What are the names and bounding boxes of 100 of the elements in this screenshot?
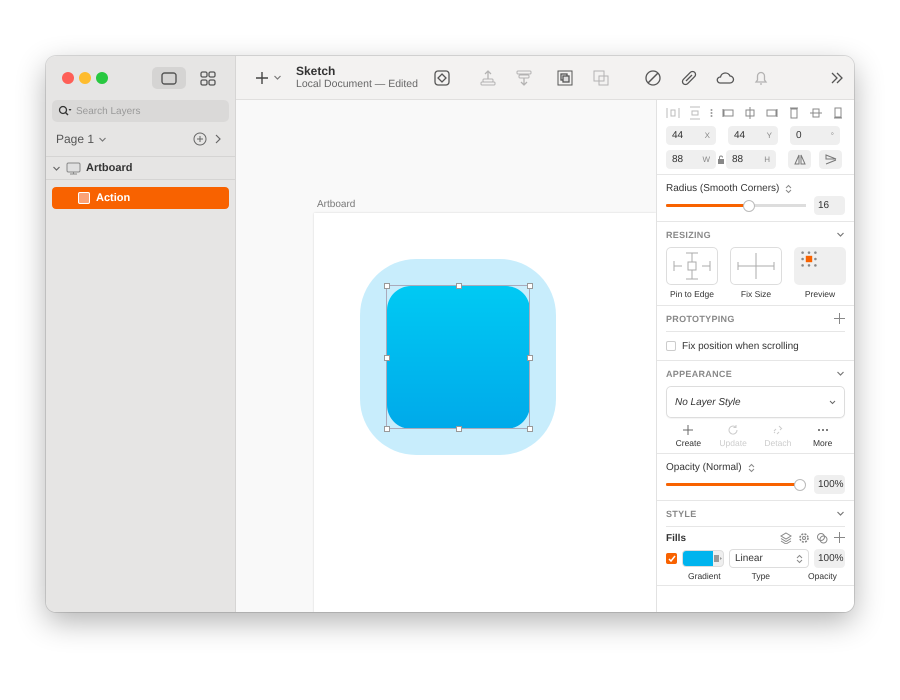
page-selector[interactable]: Page 1 xyxy=(56,132,94,146)
chevron-icon[interactable] xyxy=(836,230,845,239)
align-icon[interactable] xyxy=(666,106,680,120)
monitor-icon xyxy=(66,162,81,174)
resize-handle[interactable] xyxy=(384,426,390,432)
section-title: RESIZING xyxy=(666,230,711,240)
refresh-icon xyxy=(727,424,740,436)
grid-icon xyxy=(199,70,217,86)
settings-icon[interactable] xyxy=(798,532,810,544)
slider-thumb[interactable] xyxy=(794,478,806,490)
slider-label: Opacity (Normal) xyxy=(666,462,742,473)
flip-vertical-button[interactable] xyxy=(819,150,842,169)
symbol-icon xyxy=(432,68,452,88)
resize-option-button[interactable] xyxy=(730,247,782,285)
checkbox[interactable] xyxy=(666,553,677,564)
resize-option-button[interactable] xyxy=(666,247,718,285)
rectangle-icon xyxy=(78,192,90,204)
align-icon[interactable] xyxy=(809,106,823,120)
layer-style-dropdown[interactable]: No Layer Style xyxy=(666,386,845,418)
scale-icon xyxy=(591,68,611,88)
field-value: 44 xyxy=(734,130,746,141)
column-label: Gradient xyxy=(688,571,721,581)
flip-horizontal-icon xyxy=(794,154,806,165)
number-field[interactable]: 88 W xyxy=(666,150,716,169)
plus-icon xyxy=(254,70,270,86)
layers-icon[interactable] xyxy=(780,532,792,544)
align-icon[interactable] xyxy=(743,106,757,120)
stepper-icon[interactable] xyxy=(785,184,792,194)
align-icon[interactable] xyxy=(765,106,779,120)
options-dots-icon[interactable] xyxy=(710,108,713,118)
edit-icon xyxy=(643,68,663,88)
number-field[interactable]: 44 Y xyxy=(728,126,778,145)
slider-thumb[interactable] xyxy=(742,200,755,212)
align-icon[interactable] xyxy=(787,106,801,120)
align-icon[interactable] xyxy=(688,106,702,120)
insert-button[interactable] xyxy=(254,70,282,86)
stepper-icon[interactable] xyxy=(748,462,755,472)
option-label: Pin to Edge xyxy=(670,289,714,299)
field-value: 88 xyxy=(732,154,744,165)
layer-name[interactable]: Artboard xyxy=(86,162,132,174)
disclosure-icon[interactable] xyxy=(52,164,61,172)
caret-icon[interactable] xyxy=(98,134,108,144)
stepper-icon xyxy=(796,554,803,564)
field-unit-label: H xyxy=(764,155,770,164)
field-value: 0 xyxy=(796,130,802,141)
layer-name: Action xyxy=(96,192,130,204)
window-icon xyxy=(160,70,178,86)
zoom-button[interactable] xyxy=(96,72,108,84)
field-value: 44 xyxy=(672,130,684,141)
close-button[interactable] xyxy=(62,72,74,84)
search-bar[interactable]: Search Layers xyxy=(52,100,229,122)
plus-icon xyxy=(682,424,694,436)
number-field[interactable]: 44 X xyxy=(666,126,716,145)
number-field[interactable]: 88 H xyxy=(726,150,776,169)
lock-icon[interactable] xyxy=(718,155,724,164)
number-field[interactable]: 0 ° xyxy=(790,126,840,145)
value-field[interactable]: 100% xyxy=(814,475,845,494)
resize-handle[interactable] xyxy=(527,426,533,432)
field-unit-label: Y xyxy=(766,131,772,140)
section-title: PROTOTYPING xyxy=(666,314,735,324)
caret-icon[interactable] xyxy=(273,73,282,82)
canvas-view-button[interactable] xyxy=(152,67,186,89)
section-title: STYLE xyxy=(666,508,697,518)
anchor-grid-icon xyxy=(801,251,817,267)
value-field[interactable]: 16 xyxy=(814,196,845,215)
checkbox-label: Fix position when scrolling xyxy=(682,340,799,352)
align-icon[interactable] xyxy=(721,106,735,120)
chevron-icon[interactable] xyxy=(836,369,845,378)
bring-forward-icon xyxy=(478,68,498,88)
broken-link-icon xyxy=(772,424,784,436)
caret-icon xyxy=(829,400,836,404)
resize-handle[interactable] xyxy=(384,283,390,289)
chevron-icon[interactable] xyxy=(836,509,845,518)
flip-vertical-icon xyxy=(824,154,836,165)
plus-icon[interactable] xyxy=(834,313,845,324)
checkbox[interactable] xyxy=(666,341,676,351)
field-value: 88 xyxy=(672,154,684,165)
field-unit-label: ° xyxy=(830,131,834,140)
field-unit-label: W xyxy=(702,155,710,164)
column-label: Type xyxy=(752,571,770,581)
artboard-label[interactable]: Artboard xyxy=(317,199,656,210)
align-icon[interactable] xyxy=(831,106,845,120)
option-label: Preview xyxy=(804,289,836,299)
plus-icon[interactable] xyxy=(834,532,845,543)
resize-handle[interactable] xyxy=(527,283,533,289)
column-label: Opacity xyxy=(808,571,837,581)
flip-horizontal-button[interactable] xyxy=(788,150,811,169)
search-field[interactable]: Search Layers xyxy=(76,106,216,116)
overlap-circles-icon[interactable] xyxy=(816,532,828,544)
mask-icon xyxy=(555,68,575,88)
rounded-square-shape[interactable] xyxy=(387,286,530,429)
section-title: APPEARANCE xyxy=(666,368,732,378)
slider-label: Radius (Smooth Corners) xyxy=(666,183,780,194)
gradient-swatch[interactable] xyxy=(682,550,724,567)
type-dropdown[interactable]: Linear xyxy=(729,549,809,568)
create-button[interactable]: Create xyxy=(668,424,708,448)
opacity-field[interactable]: 100% xyxy=(814,549,845,568)
more-button[interactable]: More xyxy=(802,424,843,448)
add-page-icon[interactable] xyxy=(193,132,207,146)
send-backward-icon xyxy=(514,68,534,88)
